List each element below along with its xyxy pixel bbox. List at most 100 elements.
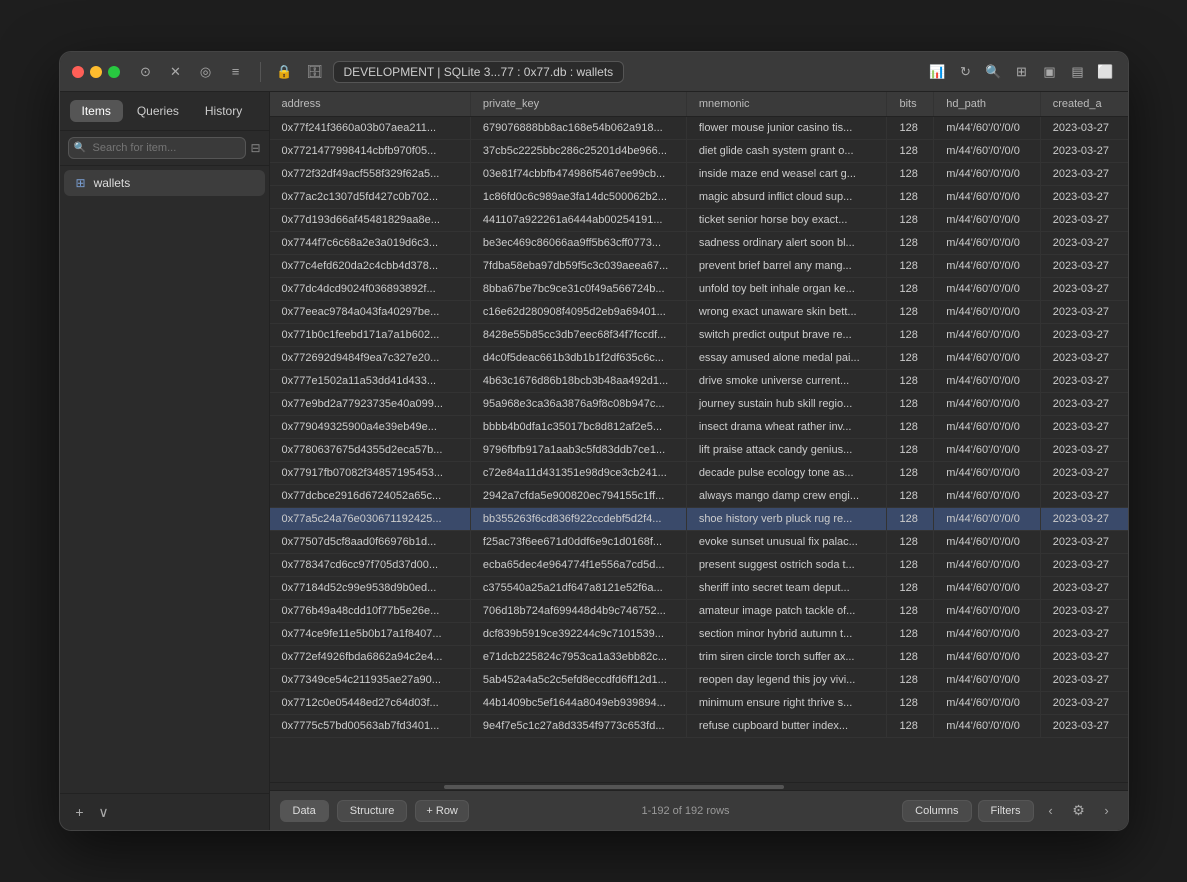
cell-bits: 128 (887, 462, 934, 485)
table-row[interactable]: 0x77184d52c99e9538d9b0ed...c375540a25a21… (270, 577, 1128, 600)
cell-hd_path: m/44'/60'/0'/0/0 (934, 186, 1040, 209)
cell-address: 0x77e9bd2a77923735e40a099... (270, 393, 471, 416)
cell-private_key: 5ab452a4a5c2c5efd8eccdfd6ff12d1... (470, 669, 686, 692)
table-row[interactable]: 0x7780637675d4355d2eca57b...9796fbfb917a… (270, 439, 1128, 462)
tab-items[interactable]: Items (70, 100, 123, 122)
cell-bits: 128 (887, 554, 934, 577)
cell-address: 0x77917fb07082f34857195453... (270, 462, 471, 485)
cell-address: 0x77eeac9784a043fa40297be... (270, 301, 471, 324)
cell-bits: 128 (887, 209, 934, 232)
table-row[interactable]: 0x7721477998414cbfb970f05...37cb5c2225bb… (270, 140, 1128, 163)
tab-queries[interactable]: Queries (125, 100, 191, 122)
settings-button[interactable]: ⚙ (1068, 800, 1090, 822)
database-icon[interactable]: 🗄 (305, 62, 325, 82)
cell-hd_path: m/44'/60'/0'/0/0 (934, 209, 1040, 232)
table-row[interactable]: 0x77349ce54c211935ae27a90...5ab452a4a5c2… (270, 669, 1128, 692)
sidebar-right-icon[interactable]: ▤ (1068, 62, 1088, 82)
lock-icon[interactable]: 🔒 (275, 62, 295, 82)
horizontal-scrollbar[interactable] (270, 782, 1128, 790)
cell-hd_path: m/44'/60'/0'/0/0 (934, 669, 1040, 692)
list-icon[interactable]: ≡ (226, 62, 246, 82)
col-private-key[interactable]: private_key (470, 92, 686, 117)
structure-tab-button[interactable]: Structure (337, 800, 408, 822)
table-row[interactable]: 0x777e1502a11a53dd41d433...4b63c1676d86b… (270, 370, 1128, 393)
cell-mnemonic: essay amused alone medal pai... (686, 347, 887, 370)
cell-created_a: 2023-03-27 (1040, 370, 1127, 393)
search-input[interactable] (68, 137, 247, 159)
table-row[interactable]: 0x77ac2c1307d5fd427c0b702...1c86fd0c6c98… (270, 186, 1128, 209)
titlebar: ⊙ ✕ ◎ ≡ 🔒 🗄 DEVELOPMENT | SQLite 3...77 … (60, 52, 1128, 92)
cell-address: 0x7721477998414cbfb970f05... (270, 140, 471, 163)
cell-bits: 128 (887, 531, 934, 554)
cell-private_key: be3ec469c86066aa9ff5b63cff0773... (470, 232, 686, 255)
table-row[interactable]: 0x77d193d66af45481829aa8e...441107a92226… (270, 209, 1128, 232)
titlebar-left-icons: ⊙ ✕ ◎ ≡ 🔒 🗄 (136, 62, 325, 82)
cell-bits: 128 (887, 485, 934, 508)
cell-created_a: 2023-03-27 (1040, 324, 1127, 347)
cell-private_key: e71dcb225824c7953ca1a33ebb82c... (470, 646, 686, 669)
table-row[interactable]: 0x77eeac9784a043fa40297be...c16e62d28090… (270, 301, 1128, 324)
cell-created_a: 2023-03-27 (1040, 531, 1127, 554)
table-row[interactable]: 0x774ce9fe11e5b0b17a1f8407...dcf839b5919… (270, 623, 1128, 646)
person-icon[interactable]: ⊙ (136, 62, 156, 82)
sidebar-item-wallets[interactable]: ⊞ wallets (64, 170, 265, 196)
cell-hd_path: m/44'/60'/0'/0/0 (934, 163, 1040, 186)
titlebar-url[interactable]: DEVELOPMENT | SQLite 3...77 : 0x77.db : … (333, 61, 625, 83)
add-item-button[interactable]: + (70, 802, 90, 822)
bottom-bar: Data Structure + Row 1-192 of 192 rows C… (270, 790, 1128, 830)
table-row[interactable]: 0x77917fb07082f34857195453...c72e84a11d4… (270, 462, 1128, 485)
table-row[interactable]: 0x779049325900a4e39eb49e...bbbb4b0dfa1c3… (270, 416, 1128, 439)
maximize-icon[interactable]: ⬜ (1096, 62, 1116, 82)
table-container[interactable]: address private_key mnemonic bits hd_pat… (270, 92, 1128, 782)
add-row-button[interactable]: + Row (415, 800, 469, 822)
cell-hd_path: m/44'/60'/0'/0/0 (934, 301, 1040, 324)
col-hd-path[interactable]: hd_path (934, 92, 1040, 117)
cell-created_a: 2023-03-27 (1040, 209, 1127, 232)
col-address[interactable]: address (270, 92, 471, 117)
refresh-icon[interactable]: ↻ (956, 62, 976, 82)
stats-icon[interactable]: 📊 (928, 62, 948, 82)
table-row[interactable]: 0x772692d9484f9ea7c327e20...d4c0f5deac66… (270, 347, 1128, 370)
table-row[interactable]: 0x776b49a48cdd10f77b5e26e...706d18b724af… (270, 600, 1128, 623)
cell-bits: 128 (887, 163, 934, 186)
eye-icon[interactable]: ◎ (196, 62, 216, 82)
data-tab-button[interactable]: Data (280, 800, 329, 822)
filters-button[interactable]: Filters (978, 800, 1034, 822)
table-body: 0x77f241f3660a03b07aea211...679076888bb8… (270, 117, 1128, 738)
columns-icon[interactable]: ⊞ (1012, 62, 1032, 82)
maximize-button[interactable] (108, 66, 120, 78)
table-row[interactable]: 0x778347cd6cc97f705d37d00...ecba65dec4e9… (270, 554, 1128, 577)
table-row[interactable]: 0x7712c0e05448ed27c64d03f...44b1409bc5ef… (270, 692, 1128, 715)
table-row[interactable]: 0x77a5c24a76e030671192425...bb355263f6cd… (270, 508, 1128, 531)
table-row[interactable]: 0x77e9bd2a77923735e40a099...95a968e3ca36… (270, 393, 1128, 416)
table-row[interactable]: 0x771b0c1feebd171a7a1b602...8428e55b85cc… (270, 324, 1128, 347)
minimize-button[interactable] (90, 66, 102, 78)
table-row[interactable]: 0x772ef4926fbda6862a94c2e4...e71dcb22582… (270, 646, 1128, 669)
search-icon[interactable]: 🔍 (984, 62, 1004, 82)
col-created[interactable]: created_a (1040, 92, 1127, 117)
close-icon[interactable]: ✕ (166, 62, 186, 82)
sidebar-left-icon[interactable]: ▣ (1040, 62, 1060, 82)
col-mnemonic[interactable]: mnemonic (686, 92, 887, 117)
cell-mnemonic: sheriff into secret team deput... (686, 577, 887, 600)
table-row[interactable]: 0x77dcbce2916d6724052a65c...2942a7cfda5e… (270, 485, 1128, 508)
close-button[interactable] (72, 66, 84, 78)
filter-icon[interactable]: ⊟ (250, 141, 260, 155)
next-page-button[interactable]: › (1096, 800, 1118, 822)
cell-created_a: 2023-03-27 (1040, 163, 1127, 186)
table-row[interactable]: 0x77507d5cf8aad0f66976b1d...f25ac73f6ee6… (270, 531, 1128, 554)
cell-private_key: 37cb5c2225bbc286c25201d4be966... (470, 140, 686, 163)
table-row[interactable]: 0x772f32df49acf558f329f62a5...03e81f74cb… (270, 163, 1128, 186)
table-row[interactable]: 0x77f241f3660a03b07aea211...679076888bb8… (270, 117, 1128, 140)
table-row[interactable]: 0x7744f7c6c68a2e3a019d6c3...be3ec469c860… (270, 232, 1128, 255)
table-row[interactable]: 0x77c4efd620da2c4cbb4d378...7fdba58eba97… (270, 255, 1128, 278)
tab-history[interactable]: History (193, 100, 254, 122)
table-row[interactable]: 0x77dc4dcd9024f036893892f...8bba67be7bc9… (270, 278, 1128, 301)
prev-page-button[interactable]: ‹ (1040, 800, 1062, 822)
col-bits[interactable]: bits (887, 92, 934, 117)
cell-created_a: 2023-03-27 (1040, 623, 1127, 646)
cell-private_key: c72e84a11d431351e98d9ce3cb241... (470, 462, 686, 485)
columns-button[interactable]: Columns (902, 800, 971, 822)
table-row[interactable]: 0x7775c57bd00563ab7fd3401...9e4f7e5c1c27… (270, 715, 1128, 738)
expand-button[interactable]: ∨ (94, 802, 114, 822)
